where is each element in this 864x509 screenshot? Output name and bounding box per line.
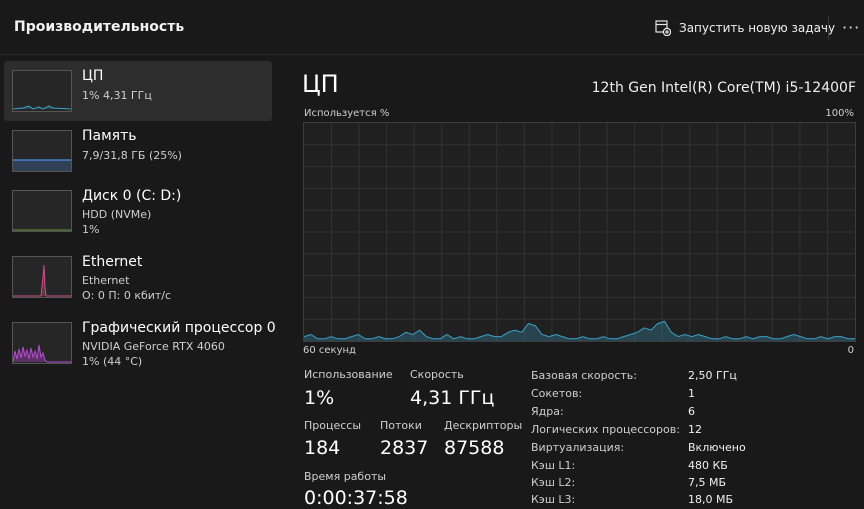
- sidebar-item-label: Графический процессор 0: [82, 320, 276, 336]
- processes-value: 184: [304, 437, 341, 459]
- top-bar: Производительность Запустить новую задач…: [0, 0, 864, 55]
- run-new-task-button[interactable]: Запустить новую задачу: [655, 17, 835, 39]
- sidebar: ЦП 1% 4,31 ГГц Память 7,9/31,8 ГБ (25%) …: [0, 55, 280, 509]
- spec-value: 18,0 МБ: [688, 493, 734, 506]
- sidebar-item-memory[interactable]: Память 7,9/31,8 ГБ (25%): [4, 121, 272, 181]
- spec-key: Логических процессоров:: [531, 423, 680, 436]
- handles-value: 87588: [444, 437, 505, 459]
- spec-key: Виртуализация:: [531, 441, 625, 454]
- graph-y-label: Используется %: [304, 108, 390, 119]
- sidebar-item-gpu[interactable]: Графический процессор 0 NVIDIA GeForce R…: [4, 313, 276, 373]
- spec-key: Сокетов:: [531, 387, 583, 400]
- graph-y-max-label: 100%: [825, 108, 854, 119]
- spec-value: 12: [688, 423, 702, 436]
- spec-value: 1: [688, 387, 695, 400]
- sidebar-item-detail: 1% 4,31 ГГц: [82, 89, 152, 102]
- spec-value: 6: [688, 405, 695, 418]
- usage-label: Использование: [304, 368, 393, 381]
- spec-key: Ядра:: [531, 405, 564, 418]
- sidebar-item-detail: HDD (NVMe): [82, 208, 152, 221]
- ethernet-thumbnail: [12, 256, 72, 298]
- cpu-model-name: 12th Gen Intel(R) Core(TM) i5-12400F: [591, 80, 856, 96]
- sidebar-item-detail: 7,9/31,8 ГБ (25%): [82, 149, 182, 162]
- uptime-label: Время работы: [304, 470, 387, 483]
- gpu-thumbnail: [12, 322, 72, 364]
- sidebar-item-detail: NVIDIA GeForce RTX 4060: [82, 340, 225, 353]
- toolbar-divider: [828, 16, 829, 40]
- threads-label: Потоки: [380, 419, 422, 432]
- spec-key: Базовая скорость:: [531, 369, 637, 382]
- disk-thumbnail: [12, 190, 72, 232]
- threads-value: 2837: [380, 437, 429, 459]
- sidebar-item-detail: 1%: [82, 223, 100, 236]
- cpu-graph-canvas: [304, 123, 855, 341]
- sidebar-item-label: Диск 0 (C: D:): [82, 188, 182, 204]
- sidebar-item-label: ЦП: [82, 68, 104, 84]
- page-title: Производительность: [14, 19, 185, 35]
- cpu-usage-graph: [303, 122, 856, 342]
- run-task-label: Запустить новую задачу: [679, 21, 836, 35]
- speed-label: Скорость: [410, 368, 464, 381]
- memory-thumbnail: [12, 130, 72, 172]
- spec-key: Кэш L1:: [531, 459, 576, 472]
- sidebar-item-label: Память: [82, 128, 137, 144]
- spec-value: 2,50 ГГц: [688, 369, 737, 382]
- sidebar-item-detail: Ethernet: [82, 274, 130, 287]
- graph-x-label: 60 секунд: [303, 345, 356, 356]
- spec-value: Включено: [688, 441, 746, 454]
- run-task-icon: [655, 20, 671, 36]
- spec-key: Кэш L2:: [531, 476, 576, 489]
- sidebar-item-ethernet[interactable]: Ethernet Ethernet О: 0 П: 0 кбит/с: [4, 247, 272, 307]
- cpu-thumbnail: [12, 70, 72, 112]
- spec-key: Кэш L3:: [531, 493, 576, 506]
- more-options-icon[interactable]: ···: [842, 16, 862, 40]
- spec-value: 480 КБ: [688, 459, 728, 472]
- spec-value: 7,5 МБ: [688, 476, 727, 489]
- sidebar-item-label: Ethernet: [82, 254, 143, 270]
- uptime-value: 0:00:37:58: [304, 487, 408, 509]
- sidebar-item-disk[interactable]: Диск 0 (C: D:) HDD (NVMe) 1%: [4, 181, 272, 241]
- usage-value: 1%: [304, 387, 335, 409]
- sidebar-item-detail: 1% (44 °C): [82, 355, 143, 368]
- processes-label: Процессы: [304, 419, 362, 432]
- main-title: ЦП: [302, 70, 339, 98]
- graph-x-end-label: 0: [847, 345, 854, 356]
- sidebar-item-cpu[interactable]: ЦП 1% 4,31 ГГц: [4, 61, 272, 121]
- sidebar-item-detail: О: 0 П: 0 кбит/с: [82, 289, 172, 302]
- handles-label: Дескрипторы: [444, 419, 523, 432]
- speed-value: 4,31 ГГц: [410, 387, 495, 409]
